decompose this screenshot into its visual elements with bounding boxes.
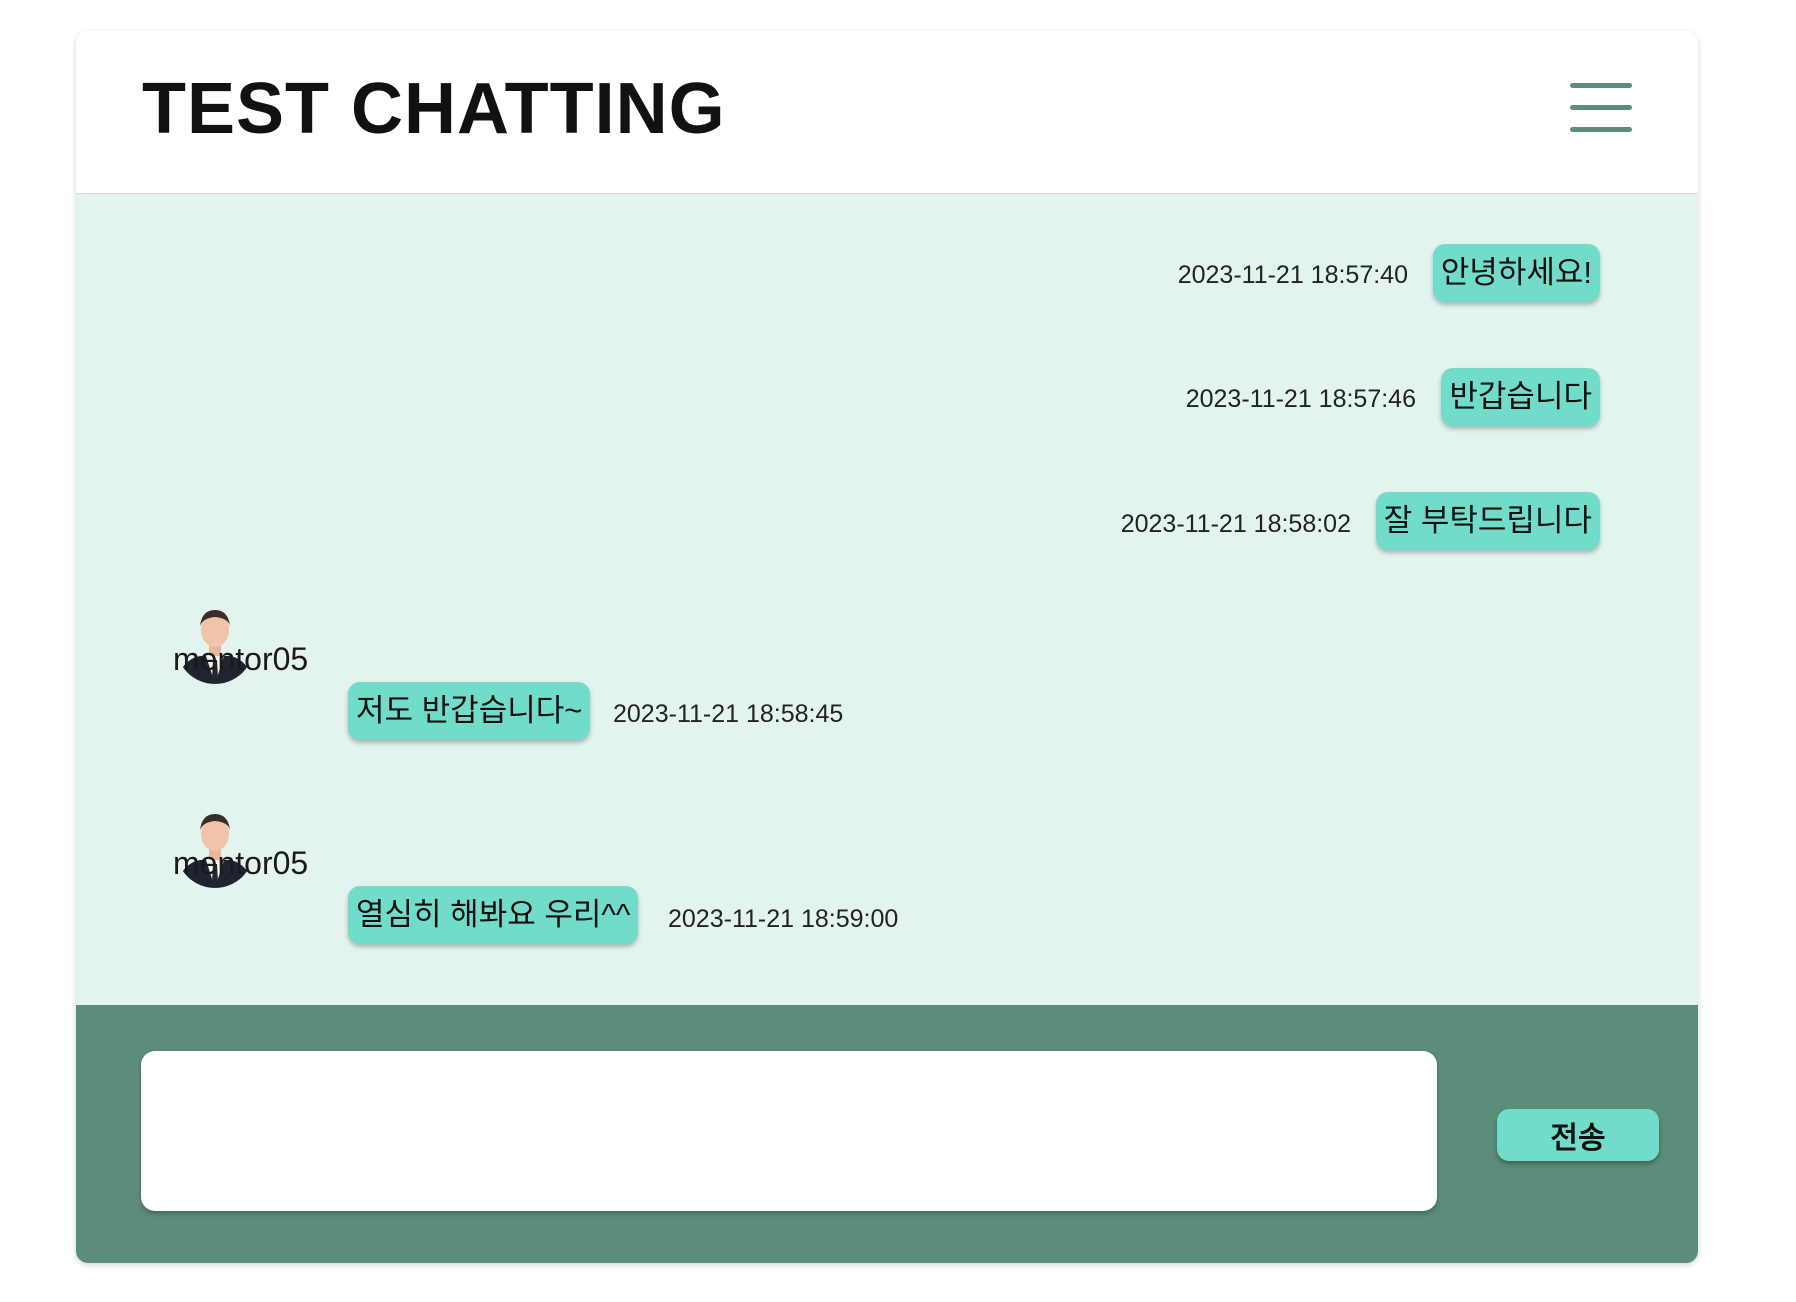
page-title: TEST CHATTING <box>142 69 726 149</box>
my-message-bubble: 안녕하세요! <box>1432 244 1600 302</box>
message-list: 2023-11-21 18:57:40 안녕하세요! 2023-11-21 18… <box>76 194 1698 1005</box>
chat-window: TEST CHATTING 2023-11-21 18:57:40 안녕하세요!… <box>76 31 1698 1263</box>
my-message-bubble: 잘 부탁드립니다 <box>1375 492 1600 550</box>
my-message-bubble: 반갑습니다 <box>1441 368 1600 426</box>
other-message-bubble: 열심히 해봐요 우리^^ <box>348 886 639 944</box>
sender-name: mentor05 <box>173 845 309 881</box>
message-timestamp: 2023-11-21 18:57:46 <box>1185 385 1416 413</box>
send-button[interactable]: 전송 <box>1497 1109 1659 1161</box>
other-message-bubble: 저도 반갑습니다~ <box>348 682 591 740</box>
message-timestamp: 2023-11-21 18:58:02 <box>1120 510 1351 538</box>
message-composer: 전송 <box>76 1005 1698 1263</box>
message-timestamp: 2023-11-21 18:58:45 <box>613 700 844 728</box>
header: TEST CHATTING <box>76 31 1698 194</box>
sender-name: mentor05 <box>173 641 309 677</box>
hamburger-menu-icon[interactable] <box>1570 83 1634 135</box>
message-input[interactable] <box>141 1051 1437 1211</box>
message-timestamp: 2023-11-21 18:57:40 <box>1177 261 1408 289</box>
message-timestamp: 2023-11-21 18:59:00 <box>668 905 899 933</box>
